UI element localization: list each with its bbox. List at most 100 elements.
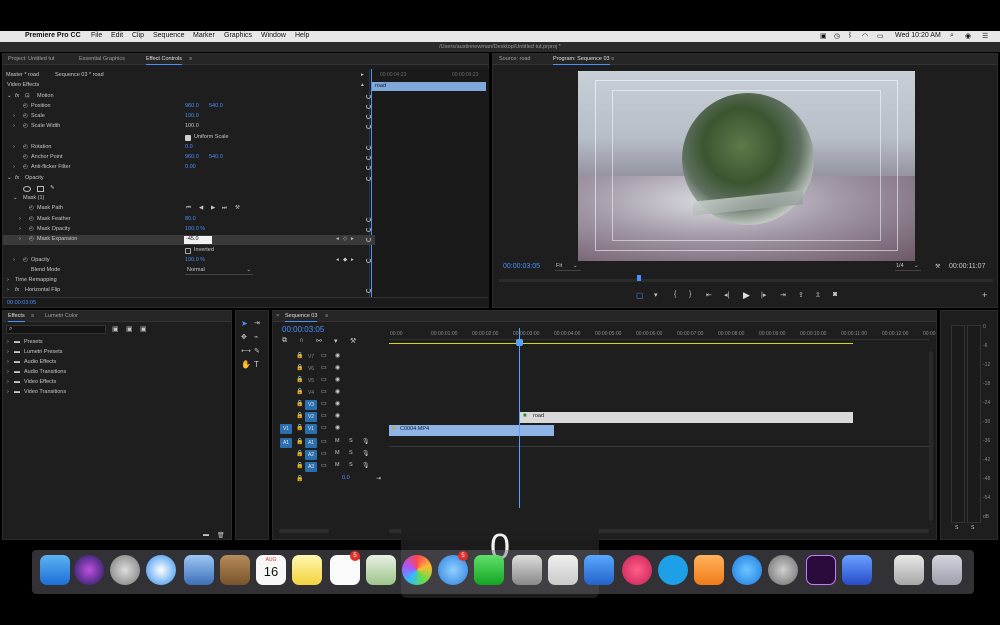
track-target-v1[interactable]: V1 [305, 424, 317, 434]
go-to-out-icon[interactable]: ⇥ [780, 291, 786, 299]
reset-icon[interactable] [366, 94, 371, 99]
expand-icon[interactable]: › [13, 257, 15, 263]
inverted-checkbox[interactable] [185, 248, 191, 254]
tab-source[interactable]: Source: road [499, 56, 531, 62]
resolution-dropdown[interactable]: 1/4 ⌄ [895, 263, 921, 271]
sequence-clip-label[interactable]: Sequence 03 * road [55, 72, 104, 78]
reset-icon[interactable] [366, 155, 371, 160]
bluetooth-icon[interactable]: ᛒ [848, 32, 852, 39]
siri-icon[interactable] [74, 555, 104, 585]
position-x[interactable]: 960.0 [185, 103, 199, 109]
stopwatch-icon[interactable]: ◴ [29, 236, 34, 242]
reset-icon[interactable] [366, 227, 371, 232]
calendar-icon[interactable]: AUG 16 [256, 555, 286, 585]
itunes-icon[interactable] [622, 555, 652, 585]
fx-icon[interactable]: fx [15, 175, 19, 181]
sync-lock-icon[interactable]: ▭ [321, 438, 327, 445]
pen-tool-icon[interactable]: ✎ [254, 347, 260, 355]
anchor-row[interactable]: ◴ Anchor Point 960.0 540.0 [3, 153, 375, 163]
mail-icon[interactable] [184, 555, 214, 585]
lock-icon[interactable]: 🔒 [296, 400, 303, 407]
ripple-edit-tool-icon[interactable]: ✥ [241, 333, 247, 341]
launchpad-icon[interactable] [110, 555, 140, 585]
hflip-row[interactable]: › fx Horizontal Flip [3, 286, 375, 296]
finder-icon[interactable] [40, 555, 70, 585]
ec-mini-timeline[interactable]: 00:00:04:23 00:00:09:23 road [369, 69, 489, 307]
add-marker-icon[interactable]: ▾ [654, 291, 658, 299]
contacts-icon[interactable] [220, 555, 250, 585]
eye-icon[interactable]: ◉ [335, 376, 340, 383]
tab-effects[interactable]: Effects [8, 313, 25, 322]
reset-icon[interactable] [366, 165, 371, 170]
track-forward-frame-icon[interactable]: ▶ [211, 205, 215, 211]
wifi-icon[interactable]: ◠ [862, 32, 868, 40]
photos-icon[interactable] [402, 555, 432, 585]
track-zoom-scrollbar[interactable] [279, 529, 329, 533]
panel-menu-icon[interactable]: ≡ [189, 56, 192, 62]
fx-icon[interactable]: fx [15, 93, 19, 99]
mark-in-icon[interactable]: { [674, 291, 676, 298]
sync-lock-icon[interactable]: ▭ [321, 462, 327, 469]
extract-icon[interactable]: ⇫ [815, 291, 821, 299]
uniform-scale-checkbox[interactable] [185, 135, 191, 141]
stopwatch-icon[interactable]: ◴ [29, 226, 34, 232]
snap-icon[interactable]: ∩ [299, 337, 304, 344]
go-to-end-icon[interactable]: ⇥ [376, 475, 381, 482]
eye-icon[interactable]: ◉ [335, 352, 340, 359]
eye-icon[interactable]: ◉ [335, 388, 340, 395]
track-back-frame-icon[interactable]: ◀ [199, 205, 203, 211]
track-target-v3[interactable]: V3 [305, 400, 317, 410]
step-forward-icon[interactable]: |▸ [761, 291, 766, 299]
preview-icon[interactable] [512, 555, 542, 585]
imovie-icon[interactable] [842, 555, 872, 585]
maps-icon[interactable] [366, 555, 396, 585]
timeline-timecode[interactable]: 00:00:03:05 [282, 325, 324, 334]
sync-lock-icon[interactable]: ▭ [321, 352, 327, 359]
solo-button[interactable]: S [349, 450, 353, 456]
go-to-in-icon[interactable]: ⇤ [706, 291, 712, 299]
lock-icon[interactable]: 🔒 [296, 438, 303, 445]
lock-icon[interactable]: 🔒 [296, 364, 303, 371]
expand-icon[interactable]: › [19, 226, 21, 232]
collapse-icon[interactable]: ⌄ [7, 93, 12, 99]
tab-project[interactable]: Project: Untitled tut [8, 56, 54, 62]
source-patch-a1[interactable]: A1 [280, 438, 292, 448]
opacity-header-row[interactable]: ⌄ fx Opacity [3, 174, 375, 184]
type-tool-icon[interactable]: T [254, 360, 259, 369]
track-target-a2[interactable]: A2 [305, 450, 317, 460]
track-target-v5[interactable]: V5 [305, 376, 317, 386]
screen-icon[interactable]: ▣ [820, 32, 827, 40]
lock-icon[interactable]: 🔒 [296, 462, 303, 469]
list-item[interactable]: › ▬ Lumetri Presets [3, 348, 231, 358]
stopwatch-icon[interactable]: ◴ [23, 154, 28, 160]
sync-lock-icon[interactable]: ▭ [321, 424, 327, 431]
stopwatch-icon[interactable]: ◴ [29, 216, 34, 222]
timemachine-icon[interactable]: ◷ [834, 32, 840, 40]
reset-icon[interactable] [366, 104, 371, 109]
menu-clip[interactable]: Clip [132, 32, 144, 39]
solo-button[interactable]: S [349, 462, 353, 468]
solo-button[interactable]: S [349, 438, 353, 444]
expand-icon[interactable]: › [13, 164, 15, 170]
stopwatch-icon[interactable]: ◴ [23, 144, 28, 150]
sync-lock-icon[interactable]: ▭ [321, 388, 327, 395]
menubar-clock[interactable]: Wed 10:20 AM [895, 32, 941, 39]
timeline-playhead[interactable] [519, 328, 520, 508]
list-item[interactable]: › ▬ Video Effects [3, 378, 231, 388]
time-remap-row[interactable]: › Time Remapping [3, 276, 375, 286]
list-item[interactable]: › ▬ Audio Effects [3, 358, 231, 368]
32bit-effects-icon[interactable]: ▣ [126, 325, 133, 333]
track-target-a3[interactable]: A3 [305, 462, 317, 472]
menu-marker[interactable]: Marker [193, 32, 215, 39]
timeline-v-scrollbar[interactable] [929, 351, 933, 521]
scale-value[interactable]: 100.0 [185, 113, 199, 119]
ec-timecode[interactable]: 00:00:03:05 [7, 300, 36, 306]
accelerated-effects-icon[interactable]: ▣ [112, 325, 119, 333]
expand-icon[interactable]: › [13, 113, 15, 119]
slip-tool-icon[interactable]: ⟷ [241, 347, 251, 355]
blend-mode-dropdown[interactable]: Normal ⌄ [185, 267, 253, 275]
expand-icon[interactable]: › [7, 287, 9, 293]
zoom-dropdown[interactable]: Fit ⌄ [555, 263, 581, 271]
rotation-value[interactable]: 0.0 [185, 144, 193, 150]
prev-keyframe-icon[interactable]: ◂ [336, 257, 339, 263]
